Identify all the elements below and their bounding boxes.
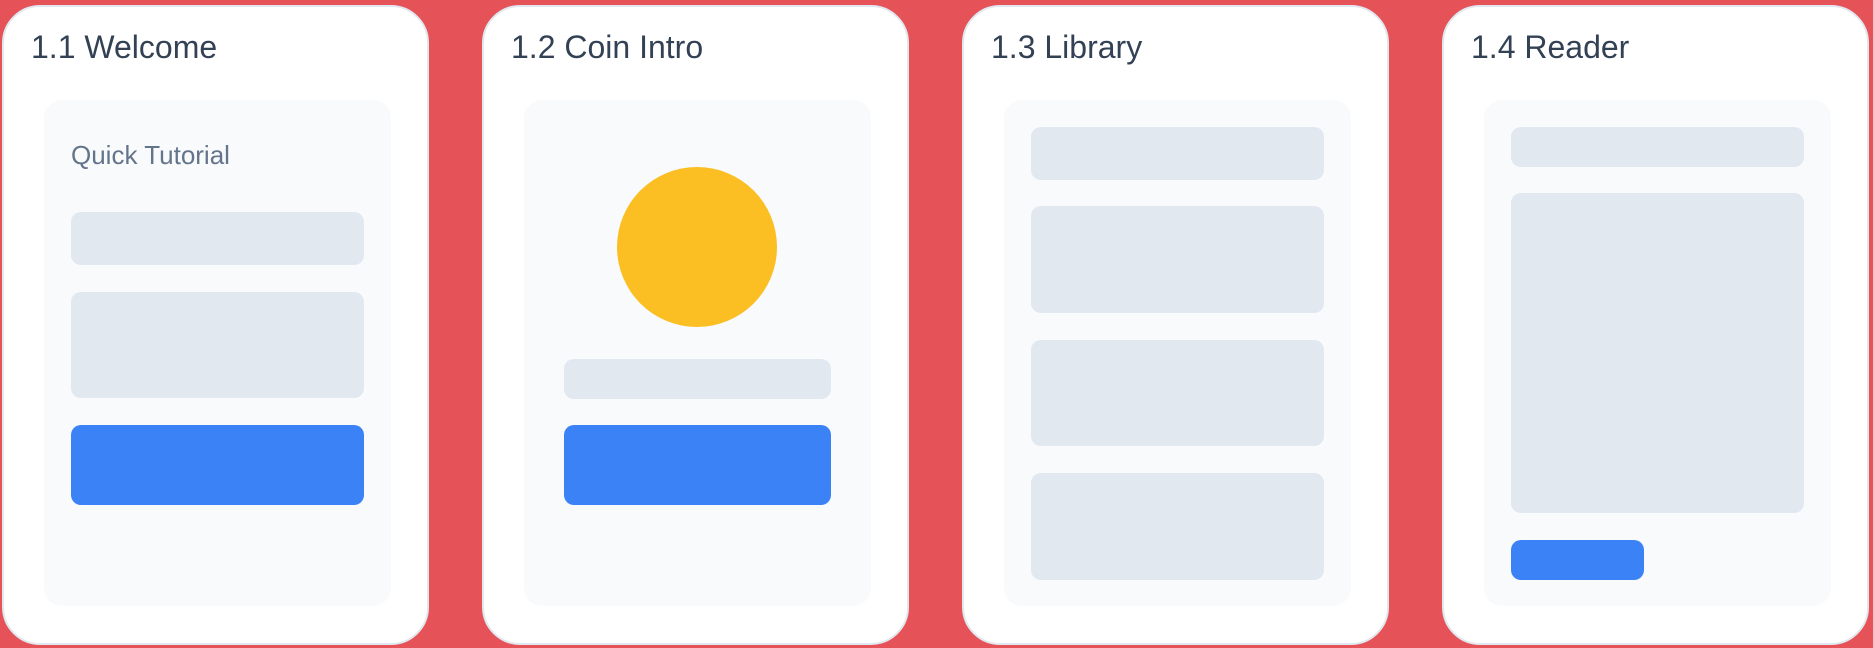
screen-panel [524, 100, 871, 606]
screen-title: 1.4 Reader [1471, 29, 1630, 65]
placeholder-bar [1031, 127, 1324, 180]
screen-card-welcome: 1.1 Welcome Quick Tutorial [2, 5, 429, 645]
coin-icon [617, 167, 777, 327]
primary-button[interactable] [71, 425, 364, 505]
primary-button[interactable] [564, 425, 831, 505]
library-item[interactable] [1031, 473, 1324, 580]
placeholder-bar [71, 212, 364, 265]
screen-panel [1004, 100, 1351, 606]
screen-card-coin-intro: 1.2 Coin Intro [482, 5, 909, 645]
screen-card-reader: 1.4 Reader [1442, 5, 1869, 645]
screen-title: 1.1 Welcome [31, 29, 218, 65]
library-item[interactable] [1031, 340, 1324, 446]
screen-panel: Quick Tutorial [44, 100, 391, 606]
screen-card-library: 1.3 Library [962, 5, 1389, 645]
screen-title: 1.3 Library [991, 29, 1143, 65]
placeholder-bar [1511, 127, 1804, 167]
reader-content [1511, 193, 1804, 513]
primary-button[interactable] [1511, 540, 1644, 580]
placeholder-block [71, 292, 364, 398]
screen-panel [1484, 100, 1831, 606]
placeholder-bar [564, 359, 831, 399]
tutorial-heading: Quick Tutorial [71, 140, 230, 170]
library-item[interactable] [1031, 206, 1324, 313]
screen-title: 1.2 Coin Intro [511, 29, 704, 65]
